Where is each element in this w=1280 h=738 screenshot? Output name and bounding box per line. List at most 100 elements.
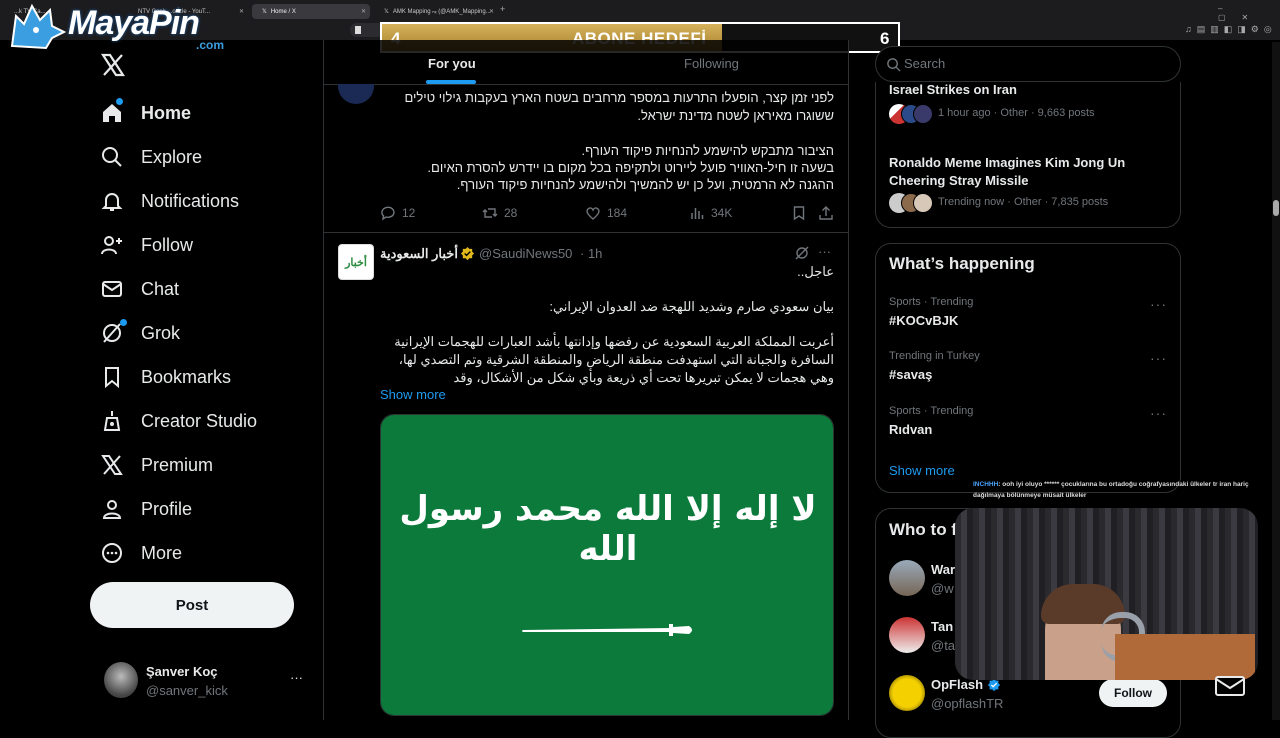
sidebar-item-label: Chat xyxy=(141,278,180,299)
sidebar-item-notifications[interactable]: Notifications xyxy=(100,185,239,217)
sidebar-item-grok[interactable]: Grok xyxy=(100,317,180,349)
sidebar-item-more[interactable]: More xyxy=(100,537,182,569)
sidebar-item-follow[interactable]: Follow xyxy=(100,229,193,261)
sidebar-item-label: Premium xyxy=(141,454,214,475)
like-count: 184 xyxy=(607,206,628,220)
views-icon xyxy=(691,208,704,219)
post-button[interactable]: Post xyxy=(90,582,294,628)
tweet-text-line: בשעה זו חיל-האוויר פועל ליירוט ולתקיפה ב… xyxy=(427,160,834,175)
account-handle: @sanver_kick xyxy=(146,683,228,698)
trend-name[interactable]: Rıdvan xyxy=(889,422,932,437)
follow-suggestion-name[interactable]: Tan xyxy=(931,619,953,634)
heart-icon xyxy=(586,207,600,220)
show-more-link[interactable]: Show more xyxy=(889,463,955,478)
section-title: What’s happening xyxy=(889,254,1035,273)
tweet-text-line: ששוגרו מאיראן לשטח מדינת ישראל. xyxy=(637,108,834,123)
browser-tab-active[interactable]: 𝕏 Home / X ✕ xyxy=(252,4,370,19)
close-icon[interactable]: ✕ xyxy=(361,8,366,15)
stream-chat-message: INCHHH: ooh iyi oluyo ****** çocuklarına… xyxy=(973,479,1253,501)
follow-suggestion-name[interactable]: War xyxy=(931,562,955,577)
wolf-logo-icon xyxy=(10,3,67,50)
reply-icon xyxy=(381,206,395,221)
chat-text: : ooh iyi oluyo ****** çocuklarına bu or… xyxy=(973,481,1249,499)
tweet-timestamp[interactable]: · 1h xyxy=(580,246,602,261)
share-icon xyxy=(819,206,833,220)
trend-avatars xyxy=(889,104,933,124)
close-icon[interactable]: ✕ xyxy=(239,8,244,15)
extension-icons[interactable]: ♫▤▥◧◨⚙◎⋮ xyxy=(1185,24,1280,35)
add-person-icon xyxy=(100,233,124,257)
bookmark-icon[interactable] xyxy=(355,26,361,34)
tab-for-you[interactable]: For you xyxy=(428,56,476,71)
tweet-image[interactable]: لا إله إلا الله محمد رسول الله xyxy=(380,414,834,716)
tweet-author-name[interactable]: أخبار السعودية xyxy=(380,246,458,262)
avatar xyxy=(338,84,374,104)
grok-icon[interactable] xyxy=(794,245,810,261)
share-button[interactable] xyxy=(818,205,834,221)
sidebar-item-label: Follow xyxy=(141,234,194,255)
tab-following[interactable]: Following xyxy=(684,56,739,71)
scrollbar-thumb[interactable] xyxy=(1273,200,1279,216)
show-more-link[interactable]: Show more xyxy=(380,387,446,402)
chat-username: INCHHH xyxy=(973,481,999,488)
tab-label: AMK Mapping ₙₓ (@AMK_Mapping... xyxy=(392,9,491,15)
views-count: 34K xyxy=(711,206,733,220)
mail-icon xyxy=(100,277,124,301)
webcam-overlay xyxy=(955,508,1258,680)
more-icon[interactable]: ··· xyxy=(818,244,831,259)
trend-title[interactable]: Ronaldo Meme Imagines Kim Jong Un Cheeri… xyxy=(889,154,1159,190)
trend-name[interactable]: #savaş xyxy=(889,367,932,382)
sidebar-item-creator-studio[interactable]: Creator Studio xyxy=(100,405,257,437)
scrollbar[interactable] xyxy=(1272,42,1280,720)
avatar xyxy=(104,662,138,698)
follow-suggestion-handle: @ta xyxy=(931,638,956,653)
new-tab-button[interactable]: + xyxy=(500,4,505,14)
verified-badge-icon xyxy=(987,678,1001,692)
more-icon[interactable]: ··· xyxy=(290,670,303,685)
more-icon[interactable]: ··· xyxy=(1150,350,1167,366)
sidebar-item-label: Creator Studio xyxy=(141,410,258,431)
more-circle-icon xyxy=(100,541,124,565)
follow-button[interactable]: Follow xyxy=(1099,679,1167,707)
browser-tab-4[interactable]: 𝕏 AMK Mapping ₙₓ (@AMK_Mapping... ✕ xyxy=(374,4,498,19)
timeline-tabs: For you Following xyxy=(324,40,848,84)
search-input[interactable]: Search xyxy=(875,46,1181,82)
sidebar-item-label: Explore xyxy=(141,146,203,167)
tab-label: Home / X xyxy=(270,8,296,15)
sidebar-item-explore[interactable]: Explore xyxy=(100,141,202,173)
search-placeholder: Search xyxy=(904,56,946,71)
trend-title[interactable]: Israel Strikes on Iran xyxy=(889,82,1017,97)
tweet-text-line: أعربت المملكة العربية السعودية عن رفضها … xyxy=(394,334,834,349)
messages-drawer-icon[interactable] xyxy=(1214,675,1246,697)
account-switcher[interactable]: Şanver Koç @sanver_kick ··· xyxy=(100,660,320,704)
bookmark-button[interactable] xyxy=(791,205,807,221)
close-icon[interactable]: ✕ xyxy=(489,8,494,15)
tweet-author-handle[interactable]: @SaudiNews50 xyxy=(479,246,572,261)
sidebar-item-label: Bookmarks xyxy=(141,366,232,387)
repost-button[interactable]: 28 xyxy=(482,205,517,221)
window-controls[interactable]: –▢✕ xyxy=(1218,4,1280,22)
more-icon[interactable]: ··· xyxy=(1150,405,1167,421)
reply-count: 12 xyxy=(402,206,416,220)
avatar xyxy=(889,560,925,596)
x-logo-icon[interactable] xyxy=(100,52,126,78)
reply-button[interactable]: 12 xyxy=(380,205,415,221)
bookmark-icon xyxy=(100,365,124,389)
follow-suggestion-handle: @w xyxy=(931,581,954,596)
trend-name[interactable]: #KOCvBJK xyxy=(889,313,958,328)
sidebar-item-bookmarks[interactable]: Bookmarks xyxy=(100,361,231,393)
sidebar-item-chat[interactable]: Chat xyxy=(100,273,179,305)
sidebar-item-home[interactable]: Home xyxy=(100,97,191,129)
notification-dot xyxy=(116,98,123,105)
sidebar-item-profile[interactable]: Profile xyxy=(100,493,192,525)
like-button[interactable]: 184 xyxy=(585,205,627,221)
sidebar-item-label: More xyxy=(141,542,183,563)
tweet-text-line: عاجل.. xyxy=(797,264,834,279)
more-icon[interactable]: ··· xyxy=(1150,296,1167,312)
views-button[interactable]: 34K xyxy=(689,205,732,221)
tweet-text-line: ההגנה לא הרמטית, ועל כן יש להמשיך ולהישמ… xyxy=(456,177,834,192)
sidebar-item-label: Notifications xyxy=(141,190,240,211)
verified-badge-icon xyxy=(460,246,475,261)
sidebar-item-premium[interactable]: Premium xyxy=(100,449,213,481)
section-title: Who to follow xyxy=(889,520,959,539)
